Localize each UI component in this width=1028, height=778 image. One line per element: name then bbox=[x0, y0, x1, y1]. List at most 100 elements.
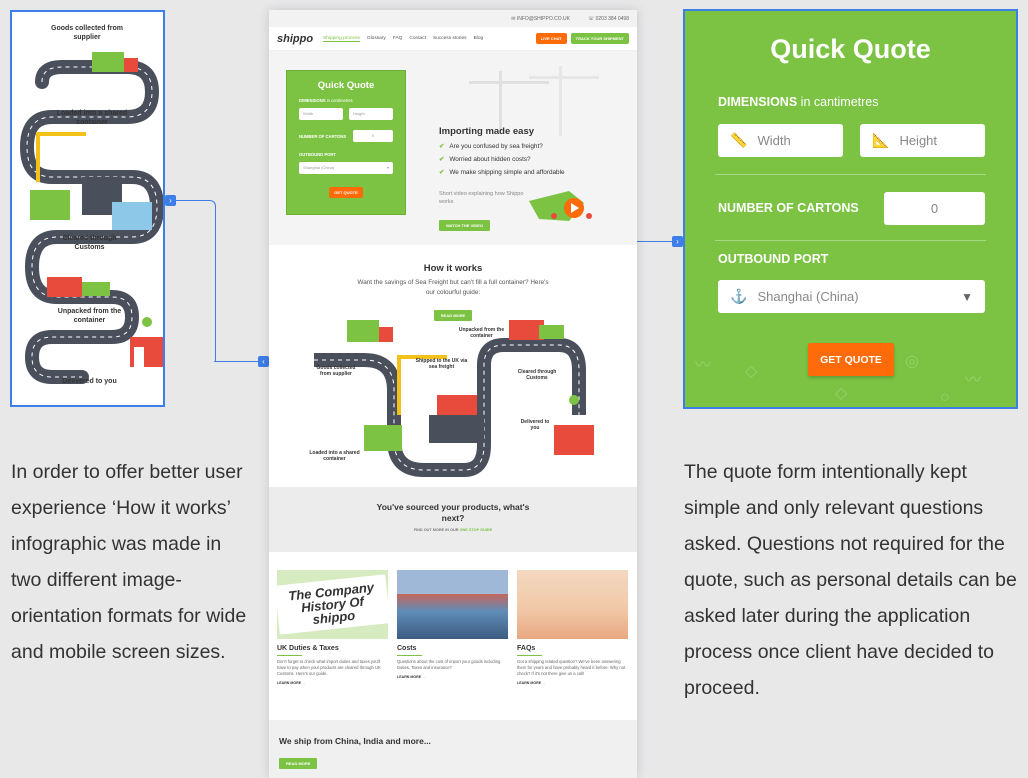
footer-ship-section: We ship from China, India and more... RE… bbox=[269, 720, 637, 778]
email-link[interactable]: ✉ INFO@SHIPPO.CO.UK bbox=[511, 16, 570, 22]
divider bbox=[715, 240, 986, 241]
cartons-input[interactable]: 0 bbox=[884, 192, 985, 225]
video-text: Short video explaining how Shippo works bbox=[439, 191, 524, 205]
chevron-down-icon: ▼ bbox=[961, 289, 973, 304]
card-uk-duties[interactable]: The Company History Of shippo UK Duties … bbox=[274, 570, 391, 685]
phone-text: 0203 384 0498 bbox=[595, 15, 629, 22]
card-image-port bbox=[397, 570, 508, 639]
wide-label-delivered: Delivered to you bbox=[520, 419, 550, 431]
ruler-horizontal-icon: 📏 bbox=[730, 132, 748, 148]
footer-read-more-button[interactable]: READ MORE bbox=[279, 758, 318, 769]
sourced-sub-text: FIND OUT MORE IN OUR bbox=[413, 528, 459, 532]
mini-cartons-input[interactable]: 0 bbox=[353, 130, 393, 142]
wide-label-unpacked: Unpacked from the container bbox=[458, 327, 505, 339]
ruler-vertical-icon: 📐 bbox=[872, 132, 890, 148]
mini-cartons-label: NUMBER OF CARTONS bbox=[299, 133, 347, 139]
nav-blog[interactable]: Blog bbox=[474, 36, 484, 41]
wide-label-cleared: Cleared through Customs bbox=[517, 369, 557, 381]
learn-more-link[interactable]: LEARN MORE → bbox=[397, 675, 508, 679]
connector-knob-site: ‹ bbox=[258, 356, 269, 367]
card-underline bbox=[277, 655, 302, 656]
width-input[interactable]: 📏 Width bbox=[718, 124, 843, 157]
mini-width-input[interactable]: Width bbox=[299, 108, 343, 120]
mini-dimensions-label: DIMENSIONS in centimetres bbox=[299, 98, 393, 103]
how-it-works-text: Want the savings of Sea Freight but can'… bbox=[357, 279, 549, 296]
top-bar: ✉ INFO@SHIPPO.CO.UK ☏ 0203 384 0498 bbox=[269, 10, 637, 27]
how-it-works-section: How it works Want the savings of Sea Fre… bbox=[269, 245, 637, 500]
doodle-icon: ◇ bbox=[745, 363, 758, 380]
nav-glossary[interactable]: Glossary bbox=[367, 36, 386, 41]
card-title: Costs bbox=[397, 645, 417, 652]
quick-quote-form: 〰 ◇ ◇ ◎ 〰 ○ Quick Quote DIMENSIONS in ca… bbox=[683, 9, 1018, 409]
doodle-icon: 〰 bbox=[965, 372, 982, 389]
hero-point-3: ✔ We make shipping simple and affordable bbox=[439, 169, 565, 176]
description-right: The quote form intentionally kept simple… bbox=[684, 461, 1017, 699]
hero-section: Quick Quote DIMENSIONS in centimetres Wi… bbox=[269, 51, 637, 245]
mobile-label-loaded: Loaded into a shared container bbox=[56, 110, 128, 126]
mobile-label-cleared: Cleared through Customs bbox=[62, 235, 117, 251]
height-placeholder: Height bbox=[899, 133, 938, 148]
hero-title: Importing made easy bbox=[439, 126, 535, 137]
history-sign: The Company History Of shippo bbox=[274, 574, 391, 635]
wide-label-loaded: Loaded into a shared container bbox=[309, 450, 360, 462]
nav-success-stories[interactable]: Success stories bbox=[433, 36, 467, 41]
arrow-right-icon: → bbox=[542, 681, 546, 685]
wide-infographic bbox=[314, 320, 594, 477]
track-shipment-button[interactable]: TRACK YOUR SHIPMENT bbox=[570, 33, 629, 44]
wide-label-collected: Goods collected from supplier bbox=[316, 365, 356, 377]
live-chat-button[interactable]: LIVE CHAT bbox=[535, 33, 567, 44]
sourced-section: You've sourced your products, what's nex… bbox=[269, 487, 637, 552]
chevron-down-icon: ▾ bbox=[386, 165, 389, 170]
shippo-logo[interactable]: shippo bbox=[277, 33, 313, 45]
learn-more-link[interactable]: LEARN MORE → bbox=[517, 681, 628, 685]
get-quote-button[interactable]: GET QUOTE bbox=[808, 343, 894, 376]
connector-line-left bbox=[176, 200, 216, 362]
mini-port-value: Shanghai (China) bbox=[303, 165, 335, 170]
nav-shipping-process[interactable]: Shipping process bbox=[323, 36, 360, 42]
mini-dimensions-unit: in centimetres bbox=[326, 98, 353, 103]
mobile-label-delivered: Delivered to you bbox=[62, 378, 117, 385]
learn-more-link[interactable]: LEARN MORE → bbox=[277, 681, 388, 685]
doodle-icon: ◇ bbox=[835, 385, 848, 402]
nav-faq[interactable]: FAQ bbox=[393, 36, 403, 41]
mini-quote-title: Quick Quote bbox=[317, 80, 375, 91]
card-image-cranes bbox=[517, 570, 628, 639]
how-it-works-title: How it works bbox=[423, 263, 483, 274]
card-desc: Questions about the cost of import your … bbox=[397, 659, 501, 670]
footer-title: We ship from China, India and more... bbox=[279, 736, 431, 746]
learn-more-text: LEARN MORE bbox=[277, 681, 302, 685]
hero-point-2-text: Worried about hidden costs? bbox=[449, 156, 531, 163]
cartons-label: NUMBER OF CARTONS bbox=[718, 201, 859, 215]
doodle-icon: 〰 bbox=[695, 357, 712, 374]
mobile-label-unpacked: Unpacked from the container bbox=[57, 308, 122, 324]
connector-line-left-bottom bbox=[214, 361, 258, 362]
port-value: Shanghai (China) bbox=[757, 289, 859, 304]
card-costs[interactable]: Costs Questions about the cost of import… bbox=[397, 570, 508, 679]
card-title: FAQs bbox=[517, 645, 536, 652]
watch-video-button[interactable]: WATCH THE VIDEO bbox=[439, 220, 491, 231]
learn-more-text: LEARN MORE bbox=[397, 675, 422, 679]
nav-contact[interactable]: Contact bbox=[409, 36, 426, 41]
one-stop-guide-link[interactable]: ONE STOP GUIDE bbox=[460, 528, 493, 532]
port-select[interactable]: ⚓ Shanghai (China) ▼ bbox=[718, 280, 985, 313]
learn-more-text: LEARN MORE bbox=[517, 681, 542, 685]
quick-quote-title: Quick Quote bbox=[770, 34, 931, 64]
height-input[interactable]: 📐 Height bbox=[860, 124, 985, 157]
divider bbox=[715, 174, 986, 175]
mini-port-select[interactable]: Shanghai (China) ▾ bbox=[299, 162, 393, 174]
connector-knob-left: › bbox=[165, 195, 176, 206]
wide-label-shipped: Shipped to the UK via sea freight bbox=[415, 358, 468, 370]
dimensions-unit: in cantimetres bbox=[800, 95, 879, 109]
phone-link[interactable]: ☏ 0203 384 0498 bbox=[588, 16, 629, 22]
mini-height-input[interactable]: Height bbox=[349, 108, 393, 120]
mini-port-label: OUTBOUND PORT bbox=[299, 152, 336, 157]
mini-get-quote-button[interactable]: GET QUOTE bbox=[329, 187, 363, 198]
arrow-right-icon: → bbox=[302, 681, 306, 685]
mini-quote-form: Quick Quote DIMENSIONS in centimetres Wi… bbox=[286, 70, 406, 215]
mini-dimensions-text: DIMENSIONS bbox=[299, 98, 326, 103]
connector-knob-quote: › bbox=[672, 236, 683, 247]
port-label: OUTBOUND PORT bbox=[718, 252, 829, 266]
card-faqs[interactable]: FAQs Got a shipping related question? We… bbox=[517, 570, 628, 685]
main-nav: shippo Shipping process Glossary FAQ Con… bbox=[269, 27, 637, 51]
dimensions-label: DIMENSIONS in cantimetres bbox=[718, 95, 878, 109]
